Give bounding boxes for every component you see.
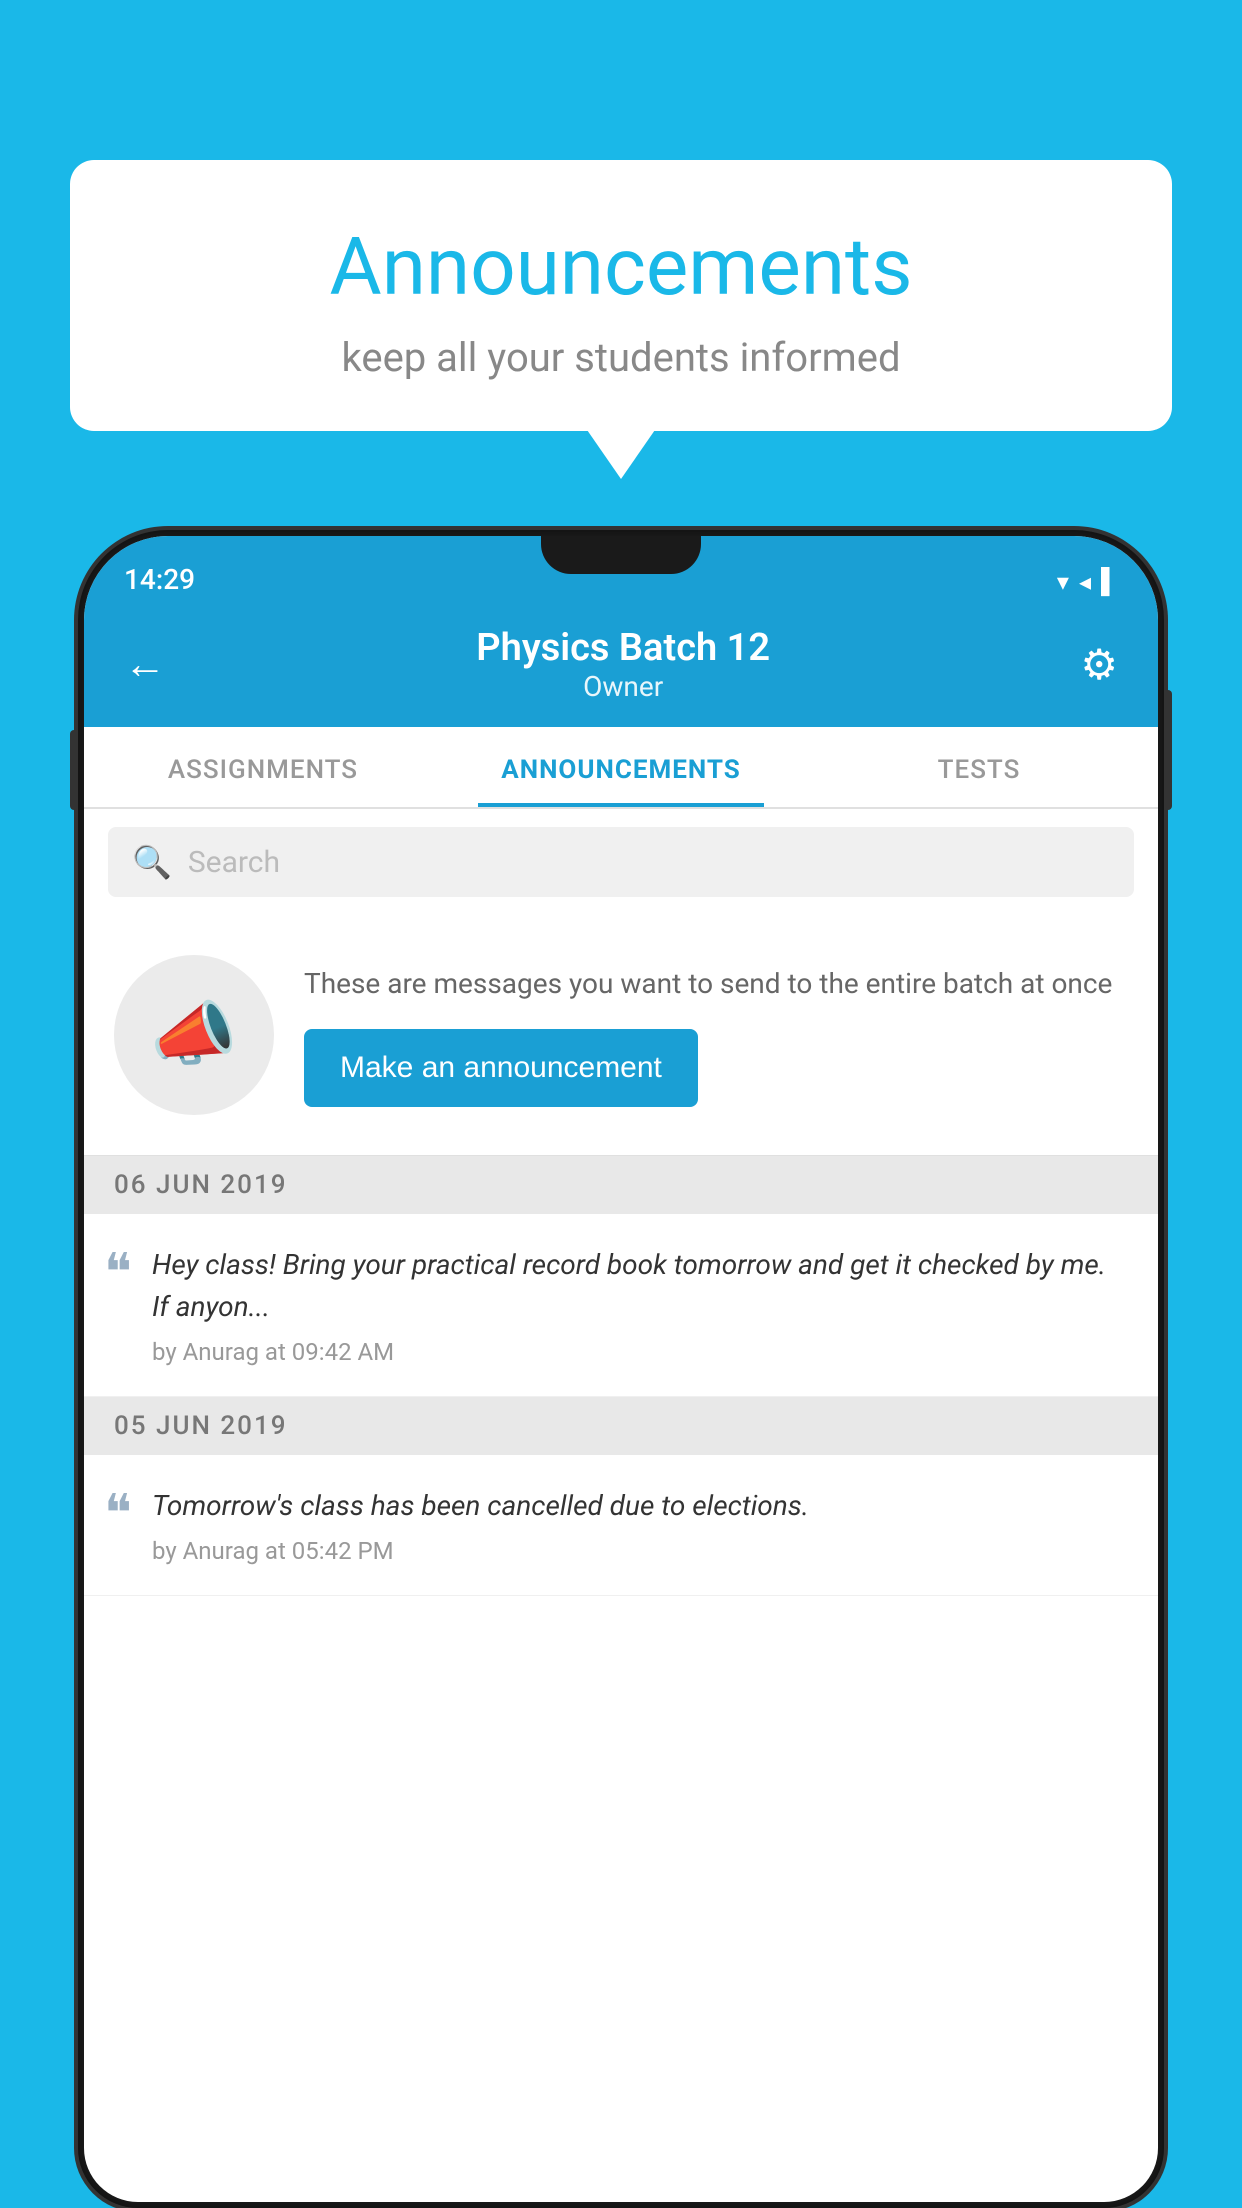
quote-icon-2: ❝ <box>104 1489 132 1541</box>
make-announcement-button[interactable]: Make an announcement <box>304 1029 698 1107</box>
announcement-text-1: Hey class! Bring your practical record b… <box>152 1244 1128 1328</box>
announcement-content-1: Hey class! Bring your practical record b… <box>152 1244 1128 1366</box>
date-separator-2: 05 JUN 2019 <box>84 1397 1158 1455</box>
announcement-item-1[interactable]: ❝ Hey class! Bring your practical record… <box>84 1214 1158 1397</box>
phone-screen: 14:29 ▾ ◂ ▌ ← Physics Batch 12 Owner ⚙ A… <box>84 536 1158 2202</box>
search-icon: 🔍 <box>132 843 172 881</box>
app-header: ← Physics Batch 12 Owner ⚙ <box>84 606 1158 727</box>
search-bar[interactable]: 🔍 Search <box>108 827 1134 897</box>
quote-icon-1: ❝ <box>104 1248 132 1300</box>
megaphone-circle: 📣 <box>114 955 274 1115</box>
announcement-meta-1: by Anurag at 09:42 AM <box>152 1338 1128 1366</box>
speech-bubble: Announcements keep all your students inf… <box>70 160 1172 431</box>
cta-content: These are messages you want to send to t… <box>304 963 1128 1107</box>
announcement-text-2: Tomorrow's class has been cancelled due … <box>152 1485 1128 1527</box>
tab-tests[interactable]: TESTS <box>800 727 1158 807</box>
announcement-content-2: Tomorrow's class has been cancelled due … <box>152 1485 1128 1565</box>
header-subtitle: Owner <box>476 670 770 703</box>
volume-button <box>70 730 78 810</box>
content-area: 🔍 Search 📣 These are messages you want t… <box>84 809 1158 1596</box>
announcement-meta-2: by Anurag at 05:42 PM <box>152 1537 1128 1565</box>
date-separator-1: 06 JUN 2019 <box>84 1156 1158 1214</box>
power-button <box>1164 690 1172 810</box>
phone-mockup: 14:29 ▾ ◂ ▌ ← Physics Batch 12 Owner ⚙ A… <box>78 530 1164 2208</box>
bubble-subtitle: keep all your students informed <box>110 334 1132 381</box>
search-container: 🔍 Search <box>84 809 1158 915</box>
search-placeholder: Search <box>188 845 280 880</box>
header-center: Physics Batch 12 Owner <box>476 626 770 703</box>
status-icons: ▾ ◂ ▌ <box>1057 567 1118 596</box>
back-button[interactable]: ← <box>124 640 166 689</box>
announcement-item-2[interactable]: ❝ Tomorrow's class has been cancelled du… <box>84 1455 1158 1596</box>
tab-announcements[interactable]: ANNOUNCEMENTS <box>442 727 800 807</box>
battery-icon: ▌ <box>1101 567 1118 596</box>
megaphone-icon: 📣 <box>150 994 237 1076</box>
tab-bar: ASSIGNMENTS ANNOUNCEMENTS TESTS <box>84 727 1158 809</box>
phone-notch <box>541 536 701 574</box>
announcement-cta-card: 📣 These are messages you want to send to… <box>84 915 1158 1156</box>
status-time: 14:29 <box>124 563 195 596</box>
cta-description: These are messages you want to send to t… <box>304 963 1128 1005</box>
header-title: Physics Batch 12 <box>476 626 770 670</box>
settings-icon[interactable]: ⚙ <box>1080 640 1118 690</box>
wifi-icon: ▾ <box>1057 568 1069 596</box>
signal-icon: ◂ <box>1079 568 1091 596</box>
tab-assignments[interactable]: ASSIGNMENTS <box>84 727 442 807</box>
bubble-title: Announcements <box>110 220 1132 314</box>
